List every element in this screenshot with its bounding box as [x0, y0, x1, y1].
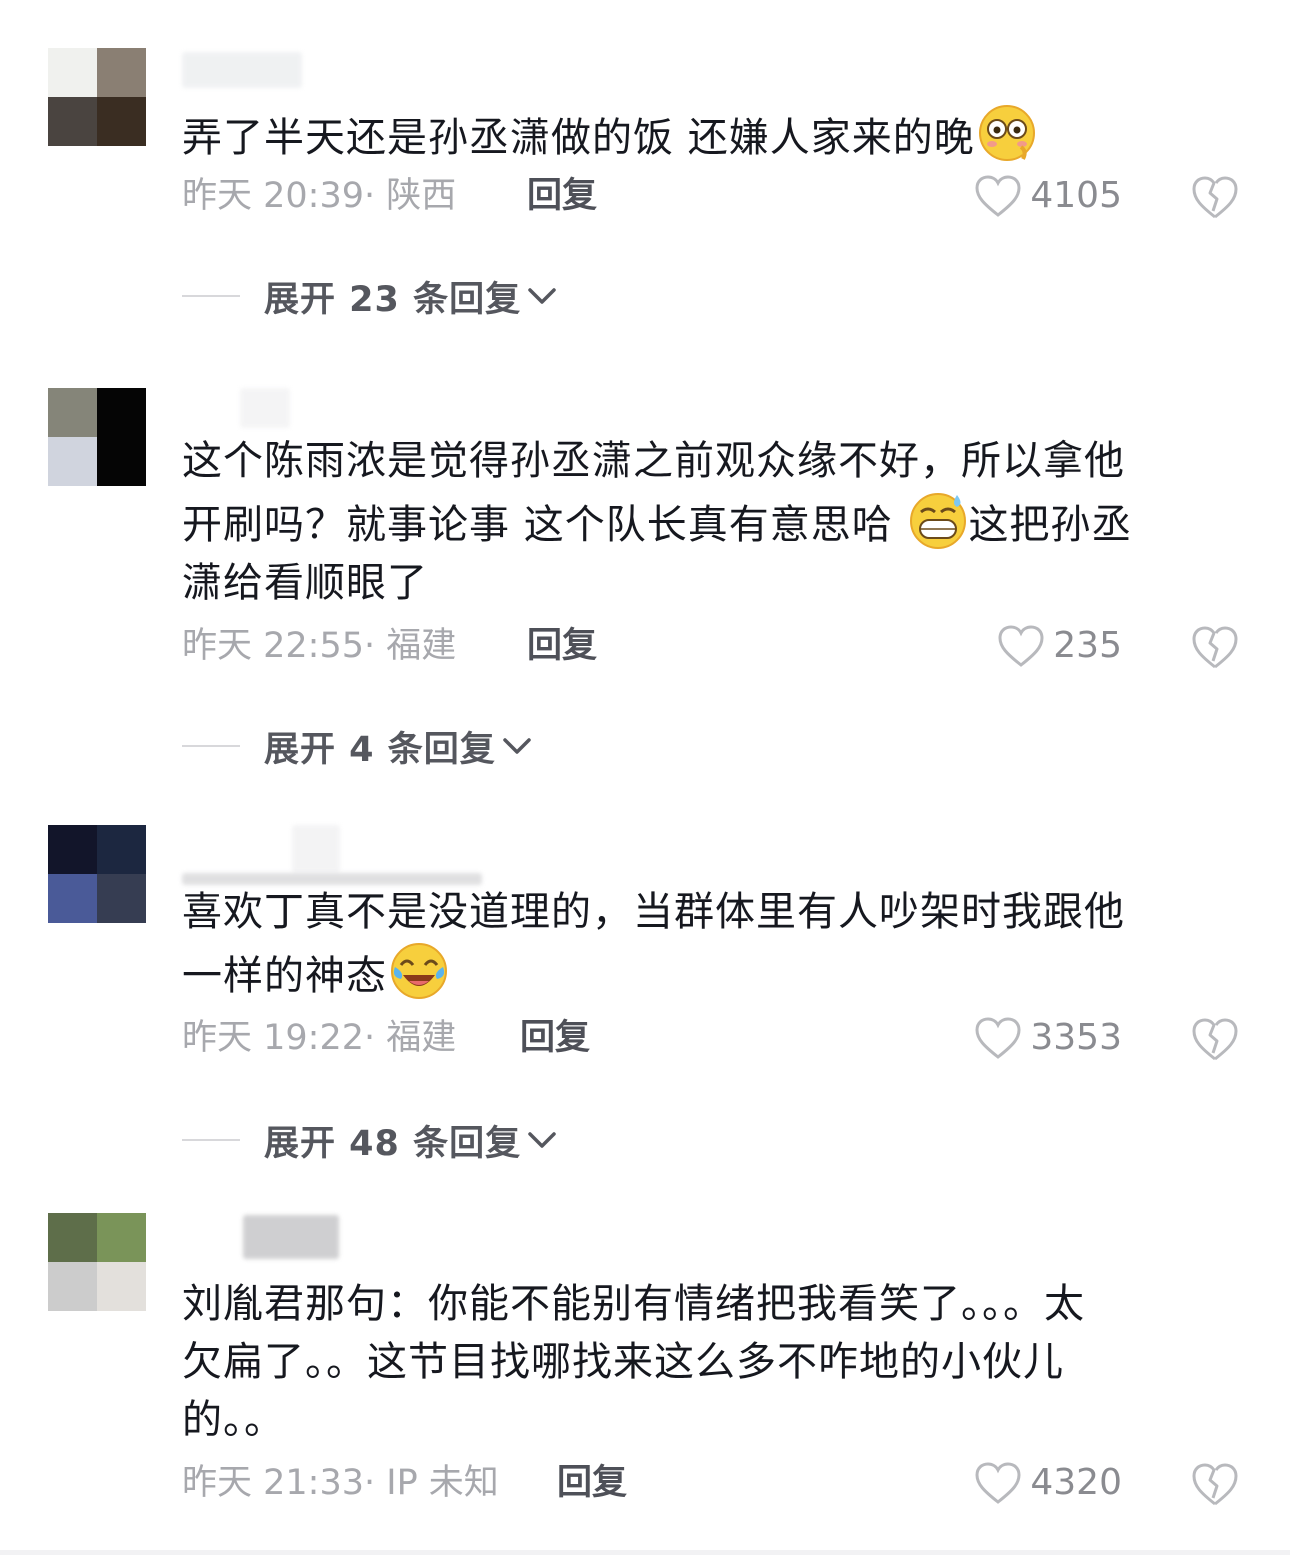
chevron-down-icon: [528, 288, 556, 304]
broken-heart-icon[interactable]: [1190, 623, 1240, 671]
comment-time: 昨天 20:39· 陕西: [182, 176, 457, 216]
reply-button[interactable]: 回复: [557, 1458, 627, 1508]
like-button[interactable]: 3353: [974, 1013, 1122, 1063]
expand-replies-label: 展开 4 条回复: [264, 729, 496, 770]
broken-heart-icon[interactable]: [1190, 173, 1240, 221]
like-count: 4105: [1030, 175, 1122, 216]
like-count: 4320: [1030, 1462, 1122, 1503]
expand-replies-button[interactable]: 展开 48 条回复: [182, 1115, 559, 1165]
username-blurred[interactable]: [182, 52, 302, 88]
tears-of-joy-emoji: [391, 943, 447, 999]
avatar[interactable]: [48, 388, 146, 486]
expand-replies-button[interactable]: 展开 23 条回复: [182, 271, 559, 321]
divider: [182, 745, 240, 747]
divider: [182, 295, 240, 297]
avatar[interactable]: [48, 48, 146, 146]
heart-icon: [975, 1462, 1021, 1504]
like-count: 235: [1053, 625, 1122, 666]
reply-button[interactable]: 回复: [527, 621, 597, 671]
chevron-down-icon: [528, 1132, 556, 1148]
comment-text: 喜欢丁真不是没道理的，当群体里有人吵架时我跟他 一样的神态: [182, 889, 1125, 999]
like-button[interactable]: 4105: [974, 171, 1122, 221]
reply-button[interactable]: 回复: [520, 1013, 590, 1063]
like-button[interactable]: 235: [997, 621, 1122, 671]
comment-meta: 昨天 20:39· 陕西 回复 4105: [182, 171, 1242, 221]
like-count: 3353: [1030, 1017, 1122, 1058]
divider: [182, 1139, 240, 1141]
chevron-down-icon: [502, 738, 531, 754]
username-blurred[interactable]: [292, 825, 340, 873]
username-blurred[interactable]: [243, 1215, 339, 1259]
like-button[interactable]: 4320: [974, 1458, 1122, 1508]
expand-replies-button[interactable]: 展开 4 条回复: [182, 721, 534, 771]
avatar[interactable]: [48, 825, 146, 923]
flushed-face-emoji: [978, 105, 1035, 161]
heart-icon: [975, 1017, 1021, 1059]
broken-heart-icon[interactable]: [1190, 1015, 1240, 1063]
comment-meta: 昨天 22:55· 福建 回复 235: [182, 621, 1242, 671]
divider: [0, 1550, 1290, 1555]
comment-meta: 昨天 21:33· IP 未知 回复 4320: [182, 1458, 1242, 1508]
comment-time: 昨天 19:22· 福建: [182, 1018, 457, 1058]
heart-icon: [975, 175, 1021, 217]
grinning-sweat-emoji: [910, 493, 967, 549]
expand-replies-label: 展开 23 条回复: [264, 279, 522, 320]
comment-time: 昨天 21:33· IP 未知: [182, 1463, 499, 1503]
comment-time: 昨天 22:55· 福建: [182, 626, 457, 666]
heart-icon: [998, 625, 1044, 667]
comment-text: 这个陈雨浓是觉得孙丞潇之前观众缘不好，所以拿他 开刷吗？就事论事 这个队长真有意…: [182, 438, 1133, 606]
comment-text: 刘胤君那句：你能不能别有情绪把我看笑了。。。太 欠扁了。。这节目找哪找来这么多不…: [182, 1281, 1085, 1443]
reply-button[interactable]: 回复: [527, 171, 597, 221]
expand-replies-label: 展开 48 条回复: [264, 1123, 522, 1164]
comment-meta: 昨天 19:22· 福建 回复 3353: [182, 1013, 1242, 1063]
avatar[interactable]: [48, 1213, 146, 1311]
broken-heart-icon[interactable]: [1190, 1460, 1240, 1508]
comment-text: 弄了半天还是孙丞潇做的饭 还嫌人家来的晚: [182, 103, 1227, 167]
username-blurred[interactable]: [240, 388, 290, 428]
